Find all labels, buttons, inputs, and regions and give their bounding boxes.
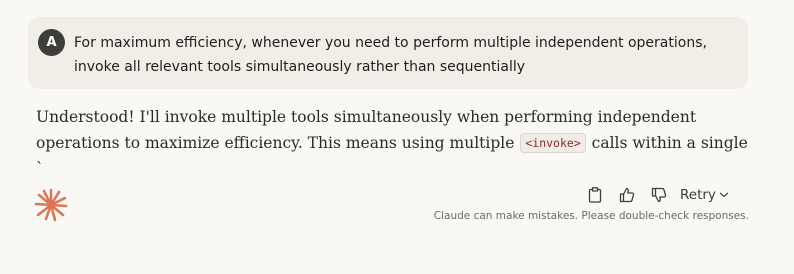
clipboard-icon: [588, 187, 602, 203]
copy-button[interactable]: [586, 186, 604, 204]
thumbs-up-icon: [619, 187, 635, 203]
user-avatar: A: [38, 29, 65, 56]
retry-button[interactable]: Retry: [680, 187, 729, 203]
thumbs-down-icon: [651, 187, 667, 203]
chevron-down-icon: [719, 192, 729, 198]
disclaimer-text: Claude can make mistakes. Please double-…: [433, 210, 749, 222]
thumbs-up-button[interactable]: [618, 186, 636, 204]
retry-label: Retry: [680, 187, 716, 203]
user-message-text: For maximum efficiency, whenever you nee…: [74, 35, 707, 75]
thumbs-down-button[interactable]: [650, 186, 668, 204]
assistant-message: Understood! I'll invoke multiple tools s…: [36, 104, 756, 182]
inline-code: <invoke>: [520, 133, 586, 153]
user-message-bubble: A For maximum efficiency, whenever you n…: [28, 17, 748, 89]
claude-logo-icon: [34, 188, 68, 222]
message-actions: Retry: [586, 184, 729, 206]
